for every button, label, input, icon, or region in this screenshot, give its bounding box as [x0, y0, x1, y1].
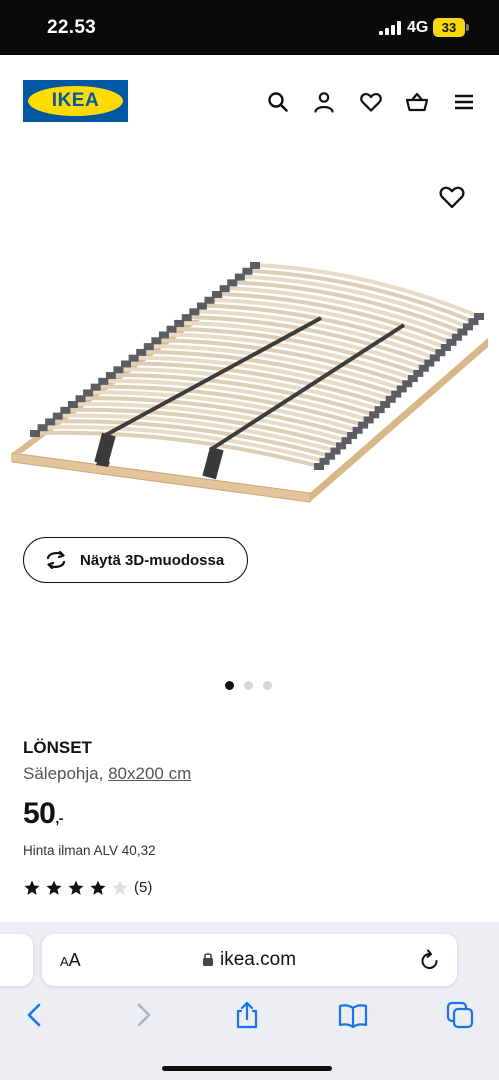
- account-icon[interactable]: [312, 90, 336, 114]
- lock-icon: [203, 953, 213, 966]
- star-filled-icon: [68, 880, 84, 895]
- back-icon[interactable]: [20, 1000, 50, 1030]
- rotate-3d-icon: [46, 550, 66, 570]
- tabs-icon[interactable]: [445, 1000, 475, 1030]
- bookmarks-icon[interactable]: [338, 1000, 368, 1030]
- search-icon[interactable]: [266, 90, 290, 114]
- reader-settings-button[interactable]: AA: [60, 950, 81, 971]
- reload-icon[interactable]: [419, 948, 441, 972]
- slats: [30, 262, 484, 470]
- pagination-dot[interactable]: [263, 681, 272, 690]
- logo-text: IKEA: [51, 90, 100, 111]
- pagination-dot[interactable]: [225, 681, 234, 690]
- star-filled-icon: [46, 880, 62, 895]
- star-empty-icon: [112, 880, 128, 895]
- product-description: Sälepohja, 80x200 cm: [23, 764, 191, 784]
- site-header: IKEA: [0, 55, 499, 150]
- product-name: LÖNSET: [23, 738, 92, 757]
- status-time: 22.53: [47, 17, 97, 38]
- slatted-bed-base-image: [11, 262, 488, 503]
- star-filled-icon: [90, 880, 106, 895]
- address-bar[interactable]: AA ikea.com: [42, 934, 457, 986]
- ikea-logo[interactable]: IKEA: [23, 80, 128, 122]
- product-type: Sälepohja,: [23, 764, 104, 783]
- previous-tab-preview[interactable]: [0, 934, 33, 986]
- url-domain: ikea.com: [220, 949, 297, 970]
- view-3d-label: Näytä 3D-muodossa: [80, 552, 225, 569]
- basket-icon[interactable]: [405, 90, 429, 114]
- slat-holder: [250, 262, 260, 269]
- forward-icon[interactable]: [128, 1000, 158, 1030]
- status-bar: 22.53 4G 33: [0, 0, 499, 55]
- share-icon[interactable]: [232, 1000, 262, 1030]
- menu-icon[interactable]: [452, 90, 476, 114]
- product-image[interactable]: [0, 150, 499, 710]
- slat-holder: [474, 313, 484, 320]
- favourite-icon[interactable]: [438, 183, 466, 211]
- product-size-link[interactable]: 80x200 cm: [108, 764, 191, 783]
- view-3d-button[interactable]: Näytä 3D-muodossa: [23, 537, 248, 583]
- heart-icon[interactable]: [359, 90, 383, 114]
- signal-icon: [379, 21, 401, 35]
- price-value: 50: [23, 797, 56, 830]
- review-count[interactable]: (5): [134, 879, 152, 896]
- browser-toolbar: AA ikea.com: [0, 922, 499, 1080]
- battery-icon: 33: [433, 18, 465, 37]
- product-price: 50,-: [23, 797, 63, 831]
- gallery-pagination: [225, 681, 285, 691]
- pagination-dot[interactable]: [244, 681, 253, 690]
- price-suffix: ,-: [55, 810, 63, 826]
- network-type: 4G: [407, 19, 429, 36]
- star-filled-icon: [24, 880, 40, 895]
- home-indicator: [162, 1066, 332, 1071]
- price-excl-vat: Hinta ilman ALV 40,32: [23, 843, 156, 858]
- battery-tip: [466, 24, 469, 31]
